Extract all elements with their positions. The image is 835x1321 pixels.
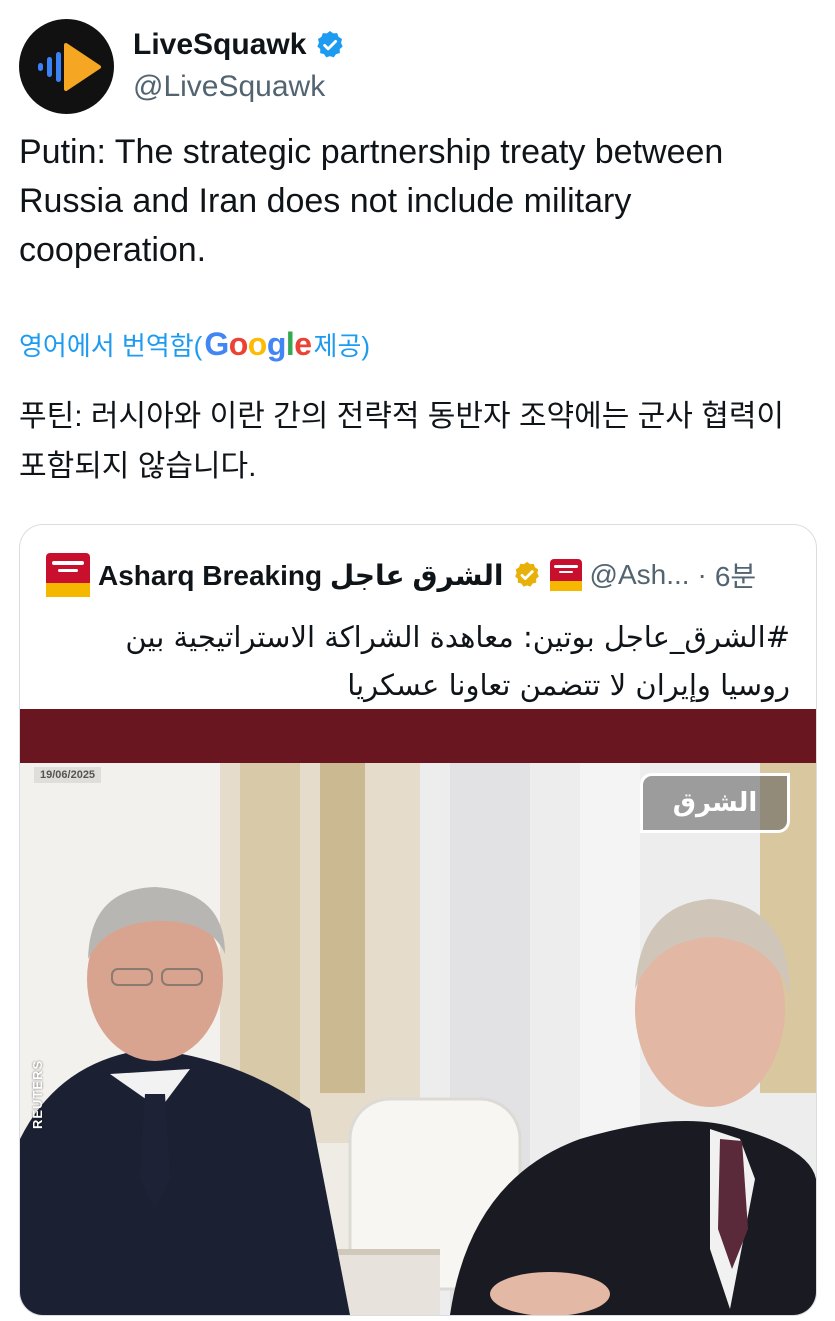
quoted-display-name[interactable]: Asharq Breaking الشرق عاجل xyxy=(98,559,504,592)
translated-text: 푸틴: 러시아와 이란 간의 전략적 동반자 조약에는 군사 협력이 포함되지 … xyxy=(19,400,785,483)
quoted-tweet-card[interactable]: Asharq Breaking الشرق عاجل @Ash... · 6분 … xyxy=(19,524,817,1316)
verified-org-badge-icon xyxy=(514,561,539,587)
translation-attribution[interactable]: 영어에서 번역함( Google 제공) xyxy=(19,326,370,363)
author-name-text: LiveSquawk xyxy=(133,28,307,61)
photo-top-banner xyxy=(20,709,816,763)
quoted-tweet-photo[interactable]: 19/06/2025 الشرق REUTERS xyxy=(20,709,816,1315)
quoted-handle[interactable]: @Ash... xyxy=(590,559,690,591)
affiliate-badge-icon xyxy=(549,559,582,591)
verified-badge-icon xyxy=(317,31,344,58)
photo-date-stamp: 19/06/2025 xyxy=(34,767,102,783)
play-audio-logo-icon xyxy=(38,43,101,91)
author-handle[interactable]: @LiveSquawk xyxy=(133,70,325,104)
photo-credit: REUTERS xyxy=(30,1059,45,1129)
asharq-avatar[interactable] xyxy=(46,553,90,597)
author-display-name[interactable]: LiveSquawk xyxy=(133,28,346,62)
google-logo: Google xyxy=(204,326,312,362)
translation-prefix: 영어에서 번역함( xyxy=(19,331,203,361)
tweet-text: Putin: The strategic partnership treaty … xyxy=(19,133,724,269)
quoted-separator: · xyxy=(697,559,707,590)
quoted-timestamp[interactable]: 6분 xyxy=(715,555,756,595)
quoted-tweet-text: #الشرق_عاجل بوتين: معاهدة الشراكة الاستر… xyxy=(125,620,790,702)
translation-suffix: 제공) xyxy=(313,331,371,361)
quoted-tweet-header: Asharq Breaking الشرق عاجل @Ash... · 6분 xyxy=(46,553,756,597)
asharq-channel-logo: الشرق xyxy=(640,773,790,833)
author-avatar[interactable] xyxy=(19,19,114,114)
